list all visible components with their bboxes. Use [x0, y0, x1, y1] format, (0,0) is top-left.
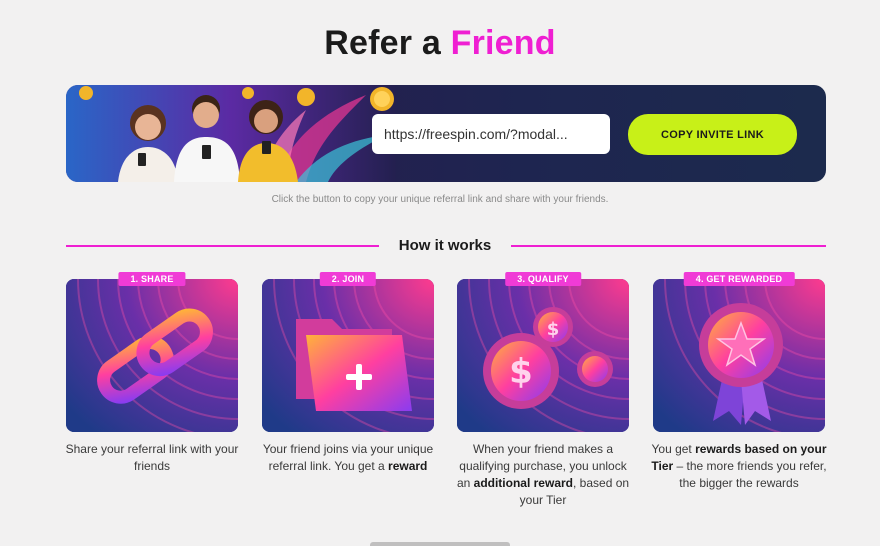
step-description: You get rewards based on your Tier – the… — [647, 441, 831, 492]
step-text: You get — [651, 442, 696, 456]
page-title-accent: Friend — [450, 24, 556, 62]
folder-plus-icon — [262, 279, 434, 432]
svg-text:$: $ — [509, 352, 533, 392]
step-description: Share your referral link with your frien… — [60, 441, 244, 475]
divider-left — [66, 245, 379, 247]
invite-link-field[interactable] — [372, 114, 610, 154]
step-text-bold: reward — [388, 459, 428, 473]
step-description: When your friend makes a qualifying purc… — [451, 441, 635, 509]
coins-icon: $ $ — [457, 279, 629, 432]
copy-invite-link-button[interactable]: COPY INVITE LINK — [628, 114, 797, 155]
step-card — [262, 279, 434, 432]
step-badge: 4. GET REWARDED — [683, 272, 795, 286]
step-card: $ $ — [457, 279, 629, 432]
invite-banner: COPY INVITE LINK — [66, 85, 826, 182]
invite-hint: Click the button to copy your unique ref… — [271, 194, 609, 205]
medal-icon — [653, 279, 825, 432]
step-text-tail: – the more friends you refer, the bigger… — [673, 459, 827, 490]
step-badge: 2. JOIN — [319, 272, 377, 286]
divider-right — [511, 245, 826, 247]
section-title: How it works — [398, 237, 492, 254]
step-badge: 3. QUALIFY — [505, 272, 581, 286]
step-text: Share your referral link with your frien… — [65, 442, 239, 473]
page-title: Refer a Friend — [0, 24, 880, 63]
step-description: Your friend joins via your unique referr… — [256, 441, 440, 475]
banner-illustration — [66, 85, 396, 182]
step-text-bold: additional reward — [473, 476, 573, 490]
step-card — [653, 279, 825, 432]
page-title-prefix: Refer a — [324, 24, 441, 62]
step-badge: 1. SHARE — [118, 272, 186, 286]
svg-text:$: $ — [547, 319, 560, 340]
chain-link-icon — [66, 279, 238, 432]
step-card — [66, 279, 238, 432]
next-section-heading-clipped — [370, 538, 510, 546]
